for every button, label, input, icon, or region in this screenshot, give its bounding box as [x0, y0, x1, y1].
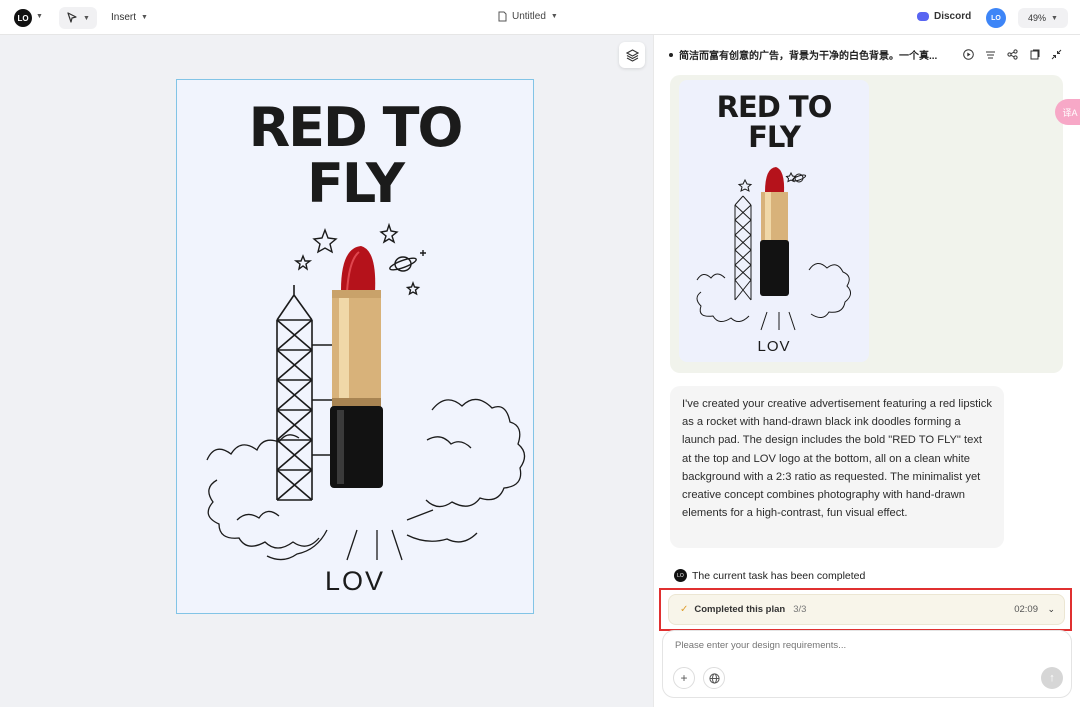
arrow-up-icon: ↑ [1049, 672, 1055, 684]
plus-icon: + [680, 671, 688, 685]
thumbnail-illustration [696, 167, 851, 331]
layers-button[interactable] [619, 42, 645, 68]
design-requirements-input[interactable] [675, 640, 1035, 651]
assistant-message-text: I've created your creative advertisement… [682, 398, 992, 520]
bullet-icon [669, 52, 673, 57]
document-title[interactable]: Untitled ▼ [498, 11, 558, 22]
app-logo[interactable]: LO [14, 9, 32, 27]
chat-header-actions [962, 48, 1062, 60]
task-status-text: The current task has been completed [692, 569, 866, 582]
insert-menu[interactable]: Insert ▼ [111, 12, 148, 23]
chevron-down-icon: ▼ [141, 14, 148, 21]
share-icon[interactable] [1006, 48, 1018, 60]
play-icon[interactable] [962, 48, 974, 60]
app-logo-text: LO [17, 13, 29, 23]
history-icon[interactable] [984, 48, 996, 60]
document-title-text: Untitled [512, 11, 546, 22]
layers-icon [625, 48, 639, 62]
lipstick-rocket-illustration [206, 222, 526, 561]
agent-logo-icon: LO [674, 569, 687, 582]
chevron-down-icon: ▼ [1051, 14, 1058, 22]
chevron-down-icon[interactable]: ▼ [36, 13, 43, 20]
globe-icon [708, 672, 720, 684]
poster-artboard[interactable]: RED TO FLY LOV [176, 79, 534, 614]
thumbnail-brand-logo: LOV [757, 338, 791, 355]
top-bar: LO ▼ ▼ Insert ▼ Untitled ▼ Discord LO 49… [0, 0, 1080, 35]
chevron-down-icon: ▼ [83, 14, 90, 22]
generated-image-thumbnail[interactable]: RED TO FLY LOV [679, 80, 869, 362]
collapse-icon[interactable] [1050, 48, 1062, 60]
discord-icon [917, 12, 929, 21]
discord-label: Discord [934, 11, 972, 22]
cursor-icon [67, 12, 77, 23]
chevron-down-icon: ▼ [550, 13, 558, 20]
assistant-message: I've created your creative advertisement… [670, 386, 1004, 548]
add-attachment-button[interactable]: + [673, 667, 695, 689]
chat-header-title: 简洁而富有创意的广告，背景为干净的白色背景。一个真... [679, 51, 938, 62]
highlight-annotation-box [659, 588, 1072, 631]
web-search-button[interactable] [703, 667, 725, 689]
discord-link[interactable]: Discord [917, 11, 971, 22]
poster-brand-logo: LOV [324, 566, 386, 596]
avatar-text: LO [991, 14, 1001, 22]
chat-header: 简洁而富有创意的广告，背景为干净的白色背景。一个真... [669, 47, 959, 62]
send-button[interactable]: ↑ [1041, 667, 1063, 689]
translate-icon: 译A [1062, 107, 1078, 118]
task-status: LO The current task has been completed [674, 569, 865, 582]
export-icon[interactable] [1028, 48, 1040, 60]
select-tool-button[interactable]: ▼ [59, 7, 97, 29]
insert-label: Insert [111, 12, 137, 23]
zoom-level: 49% [1028, 13, 1047, 23]
zoom-control[interactable]: 49% ▼ [1018, 8, 1068, 28]
prompt-input-box: + ↑ [662, 630, 1072, 698]
document-icon [498, 11, 507, 22]
avatar[interactable]: LO [986, 8, 1006, 28]
translate-button[interactable]: 译A [1055, 99, 1080, 125]
